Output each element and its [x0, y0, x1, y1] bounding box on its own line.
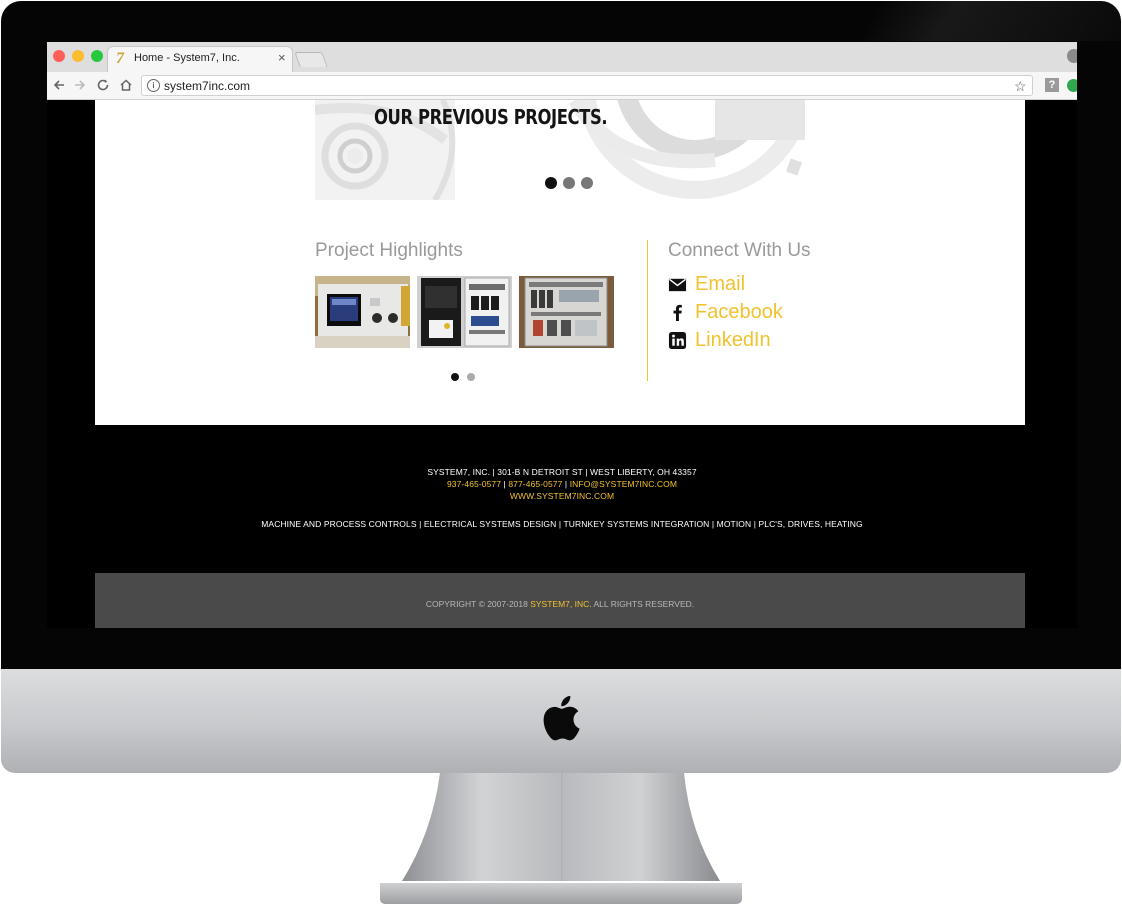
project-thumbnail-2[interactable] — [417, 276, 512, 348]
footer-website-link[interactable]: WWW.SYSTEM7INC.COM — [510, 491, 614, 501]
footer-address-text: SYSTEM7, INC. | 301-B N DETROIT ST | WES… — [427, 467, 697, 477]
window-maximize-button[interactable] — [91, 50, 103, 62]
url-text[interactable]: system7inc.com — [164, 79, 250, 93]
connect-email-link[interactable]: Email — [668, 271, 788, 297]
project-highlights-heading: Project Highlights — [315, 240, 463, 261]
envelope-icon — [668, 278, 687, 292]
back-arrow-icon[interactable] — [50, 76, 68, 94]
projects-slider: OUR PREVIOUS PROJECTS. — [315, 100, 805, 200]
browser-tab[interactable]: 7 Home - System7, Inc. × — [107, 46, 293, 72]
browser-window: 7 Home - System7, Inc. × i system7inc.co… — [47, 42, 1077, 628]
footer-address: SYSTEM7, INC. | 301-B N DETROIT ST | WES… — [47, 467, 1077, 477]
footer-phone-2[interactable]: 877-465-0577 — [508, 479, 562, 489]
extension-help-icon[interactable]: ? — [1045, 78, 1059, 92]
copyright-prefix: COPYRIGHT © 2007-2018 — [425, 599, 531, 609]
copyright-suffix: ALL RIGHTS RESERVED. — [591, 599, 695, 609]
linkedin-icon — [668, 331, 687, 350]
content-area: OUR PREVIOUS PROJECTS. Project Highlight… — [95, 100, 1025, 425]
apple-logo-icon — [543, 695, 580, 741]
browser-toolbar: i system7inc.com ☆ ? — [47, 72, 1077, 100]
slider-dot-1[interactable] — [545, 177, 557, 189]
footer-separator: | — [562, 479, 570, 489]
window-close-button[interactable] — [53, 50, 65, 62]
footer-contacts: 937-465-0577 | 877-465-0577 | INFO@SYSTE… — [47, 479, 1077, 489]
info-icon[interactable]: i — [147, 79, 160, 92]
bezel-glare — [861, 1, 1121, 41]
copyright-text: COPYRIGHT © 2007-2018 SYSTEM7, INC. ALL … — [95, 599, 1025, 609]
slider-dot-3[interactable] — [581, 177, 593, 189]
footer-email-link[interactable]: INFO@SYSTEM7INC.COM — [570, 479, 677, 489]
address-bar[interactable]: i system7inc.com ☆ — [141, 75, 1033, 96]
connect-linkedin-link[interactable]: LinkedIn — [668, 327, 808, 353]
project-thumbnail-3[interactable] — [519, 276, 614, 348]
footer-services: MACHINE AND PROCESS CONTROLS | ELECTRICA… — [47, 519, 1077, 529]
footer-services-text: MACHINE AND PROCESS CONTROLS | ELECTRICA… — [261, 519, 863, 529]
connect-heading: Connect With Us — [668, 240, 811, 261]
connect-facebook-label[interactable]: Facebook — [695, 299, 783, 325]
web-page: OUR PREVIOUS PROJECTS. Project Highlight… — [47, 100, 1077, 628]
highlights-dot-1[interactable] — [451, 373, 459, 381]
footer-phone-1[interactable]: 937-465-0577 — [447, 479, 501, 489]
tab-title: Home - System7, Inc. — [134, 52, 240, 64]
section-divider — [647, 240, 648, 381]
footer-website: WWW.SYSTEM7INC.COM — [47, 491, 1077, 501]
window-minimize-button[interactable] — [72, 50, 84, 62]
copyright-bar: COPYRIGHT © 2007-2018 SYSTEM7, INC. ALL … — [95, 573, 1025, 628]
slider-title: OUR PREVIOUS PROJECTS. — [374, 105, 608, 129]
copyright-brand-link[interactable]: SYSTEM7, INC. — [530, 599, 591, 609]
tab-bar: 7 Home - System7, Inc. × — [47, 42, 1077, 72]
slider-dot-2[interactable] — [563, 177, 575, 189]
star-icon[interactable]: ☆ — [1014, 77, 1027, 95]
favicon-icon: 7 — [116, 50, 124, 67]
monitor-stand — [380, 773, 742, 904]
connect-linkedin-label[interactable]: LinkedIn — [695, 327, 771, 353]
connect-facebook-link[interactable]: Facebook — [668, 299, 808, 325]
extension-icon[interactable] — [1067, 79, 1077, 92]
home-icon[interactable] — [117, 76, 135, 94]
facebook-icon — [673, 304, 682, 322]
project-thumbnail-1[interactable] — [315, 276, 410, 348]
forward-arrow-icon[interactable] — [71, 76, 89, 94]
reload-icon[interactable] — [94, 76, 112, 94]
highlights-dot-2[interactable] — [467, 373, 475, 381]
tab-close-icon[interactable]: × — [278, 50, 286, 66]
profile-icon[interactable] — [1067, 49, 1077, 63]
connect-email-label[interactable]: Email — [695, 271, 745, 297]
new-tab-button[interactable] — [294, 52, 328, 67]
